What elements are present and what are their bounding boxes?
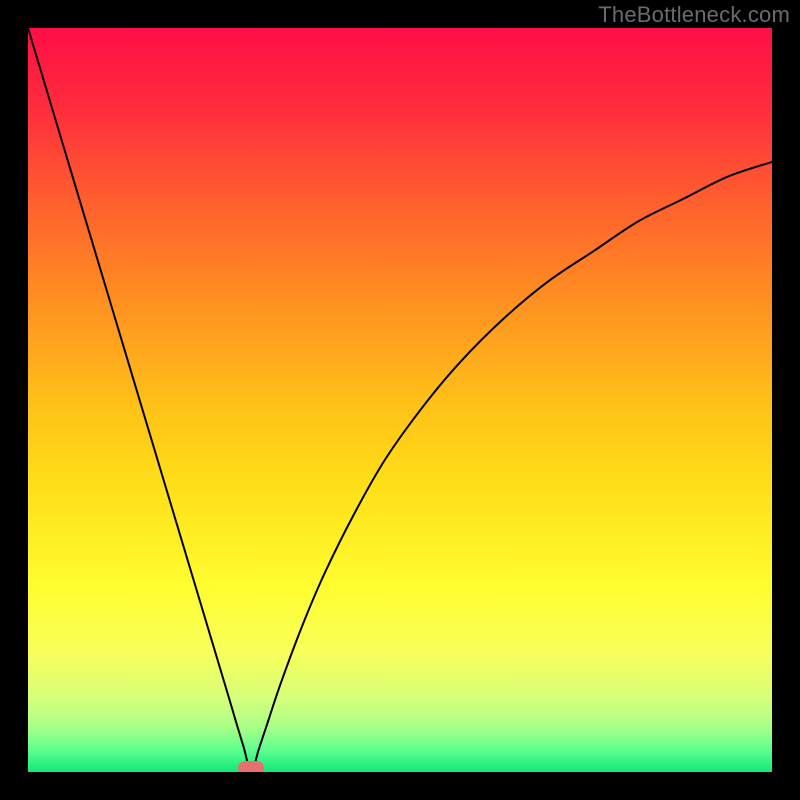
watermark-text: TheBottleneck.com [598,2,790,28]
vertex-marker [238,761,264,772]
bottleneck-curve [28,28,772,772]
plot-area [28,28,772,772]
chart-frame: TheBottleneck.com [0,0,800,800]
